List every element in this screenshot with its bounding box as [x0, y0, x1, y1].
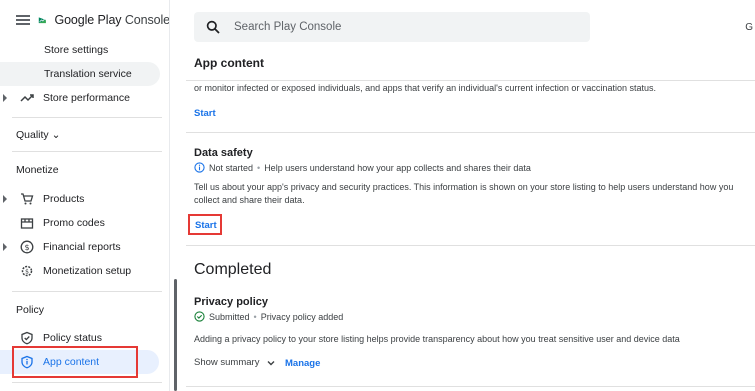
expand-caret-icon[interactable]: [3, 243, 7, 251]
start-button[interactable]: Start: [194, 108, 216, 119]
section-divider: [186, 386, 755, 387]
data-safety-desc-line1: Tell us about your app's privacy and sec…: [194, 182, 734, 192]
privacy-policy-title: Privacy policy: [194, 296, 268, 308]
trending-up-icon: [20, 91, 34, 105]
play-console-logo-icon: [38, 17, 46, 24]
privacy-policy-status: Submitted • Privacy policy added: [194, 311, 343, 322]
cart-icon: [20, 192, 34, 206]
dollar-icon: $: [20, 240, 34, 254]
section-divider: [186, 132, 755, 133]
sidebar-item-store-settings[interactable]: Store settings: [0, 38, 160, 62]
highlight-app-content: [12, 346, 138, 378]
show-summary-button[interactable]: Show summary: [194, 357, 276, 368]
truncated-description: or monitor infected or exposed individua…: [194, 83, 656, 93]
search-icon: [206, 20, 220, 34]
data-safety-title: Data safety: [194, 147, 253, 159]
section-policy: Policy: [16, 304, 45, 316]
sidebar: Google Play Console Store settings Trans…: [0, 0, 170, 391]
manage-button[interactable]: Manage: [285, 358, 320, 369]
topbar-right-text[interactable]: G: [745, 22, 753, 33]
sidebar-item-monetization-setup[interactable]: $ Monetization setup: [0, 259, 160, 283]
sidebar-divider: [12, 117, 162, 118]
svg-text:$: $: [25, 269, 29, 276]
brand-header: Google Play Console: [0, 0, 170, 40]
highlight-start-button: [188, 214, 222, 235]
menu-icon[interactable]: [16, 15, 30, 25]
sidebar-divider: [12, 382, 162, 383]
data-safety-status: Not started • Help users understand how …: [194, 162, 531, 173]
gear-dollar-icon: $: [20, 264, 34, 278]
section-monetize: Monetize: [16, 164, 59, 176]
main-content: App content or monitor infected or expos…: [178, 44, 755, 391]
chevron-down-icon: [267, 360, 275, 365]
sidebar-item-store-performance[interactable]: Store performance: [0, 86, 160, 110]
search-input[interactable]: Search Play Console: [194, 12, 590, 42]
expand-caret-icon[interactable]: [3, 195, 7, 203]
topbar: Search Play Console G: [178, 0, 755, 44]
data-safety-desc-line2: collect and share their data.: [194, 195, 305, 205]
store-icon: [20, 216, 34, 230]
sidebar-item-promo-codes[interactable]: Promo codes: [0, 211, 160, 235]
sidebar-item-financial-reports[interactable]: $ Financial reports: [0, 235, 160, 259]
privacy-policy-desc: Adding a privacy policy to your store li…: [194, 334, 680, 344]
sidebar-scrollbar[interactable]: [174, 279, 177, 391]
sidebar-item-products[interactable]: Products: [0, 187, 160, 211]
section-quality[interactable]: Quality ⌄: [16, 129, 60, 141]
sidebar-item-translation-service[interactable]: Translation service: [0, 62, 160, 86]
info-icon: [194, 162, 205, 173]
sidebar-divider: [12, 291, 162, 292]
brand-title: Google Play Console: [54, 13, 170, 27]
sidebar-divider: [12, 151, 162, 152]
shield-check-icon: [20, 331, 34, 345]
section-divider: [186, 245, 755, 246]
svg-text:$: $: [24, 243, 29, 252]
header-divider: [186, 80, 755, 81]
page-title: App content: [194, 56, 264, 70]
expand-caret-icon[interactable]: [3, 94, 7, 102]
completed-heading: Completed: [194, 261, 272, 278]
check-circle-icon: [194, 311, 205, 322]
